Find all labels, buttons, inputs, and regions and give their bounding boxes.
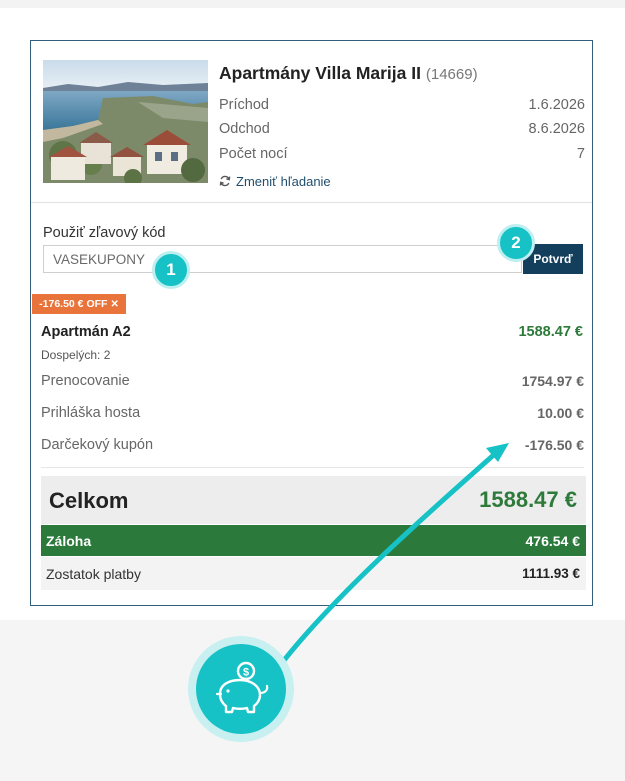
divider — [41, 467, 584, 468]
nights-value: 7 — [576, 146, 585, 162]
coupon-code-input[interactable] — [43, 245, 522, 273]
deposit-label: Záloha — [46, 533, 92, 549]
discount-badge: -176.50 € OFF ✕ — [32, 294, 126, 314]
line-item-label: Prihláška hosta — [41, 405, 141, 421]
coupon-label: Použiť zľavový kód — [43, 225, 166, 241]
line-item-accommodation: Prenocovanie 1754.97 € — [41, 373, 584, 389]
change-search-label: Zmeniť hľadanie — [236, 174, 331, 189]
remove-discount-icon[interactable]: ✕ — [110, 299, 118, 310]
arrival-label: Príchod — [219, 97, 269, 113]
piggy-bank-icon: $ — [196, 644, 286, 734]
top-band — [0, 0, 625, 8]
departure-value: 8.6.2026 — [528, 121, 585, 137]
arrival-row: Príchod 1.6.2026 — [219, 97, 585, 113]
line-item-label: Prenocovanie — [41, 373, 130, 389]
room-name: Apartmán A2 — [41, 324, 131, 340]
room-price: 1588.47 € — [518, 324, 583, 340]
hotel-title: Apartmány Villa Marija II (14669) — [219, 63, 478, 84]
line-item-gift-coupon: Darčekový kupón -176.50 € — [41, 437, 584, 453]
hotel-name: Apartmány Villa Marija II — [219, 63, 421, 83]
departure-row: Odchod 8.6.2026 — [219, 121, 585, 137]
adults-count: Dospelých: 2 — [41, 348, 111, 362]
hotel-photo[interactable] — [43, 60, 208, 183]
booking-summary-card: Apartmány Villa Marija II (14669) Prícho… — [30, 40, 593, 606]
total-value: 1588.47 € — [479, 487, 577, 512]
step-badge-2: 2 — [497, 224, 535, 262]
coin-symbol: $ — [243, 667, 249, 679]
arrival-value: 1.6.2026 — [528, 97, 585, 113]
nights-row: Počet nocí 7 — [219, 146, 585, 162]
total-row: Celkom 1588.47 € — [41, 476, 586, 524]
line-item-amount: -176.50 € — [524, 437, 584, 453]
discount-badge-label: -176.50 € OFF — [39, 298, 108, 310]
step-badge-1: 1 — [152, 251, 190, 289]
line-item-guest-registration: Prihláška hosta 10.00 € — [41, 405, 584, 421]
balance-label: Zostatok platby — [46, 566, 141, 582]
hotel-id: (14669) — [425, 66, 478, 83]
line-item-amount: 10.00 € — [537, 405, 584, 421]
change-search-link[interactable]: Zmeniť hľadanie — [219, 174, 331, 189]
line-item-amount: 1754.97 € — [521, 373, 584, 389]
departure-label: Odchod — [219, 121, 270, 137]
nights-label: Počet nocí — [219, 146, 288, 162]
divider — [31, 202, 592, 203]
refresh-icon — [219, 175, 231, 187]
deposit-value: 476.54 € — [525, 533, 581, 549]
line-item-label: Darčekový kupón — [41, 437, 154, 453]
balance-value: 1111.93 € — [522, 566, 580, 581]
piggy-bank-badge: $ — [188, 636, 294, 742]
deposit-row: Záloha 476.54 € — [41, 525, 586, 556]
balance-row: Zostatok platby 1111.93 € — [41, 557, 586, 590]
total-label: Celkom — [49, 488, 129, 513]
